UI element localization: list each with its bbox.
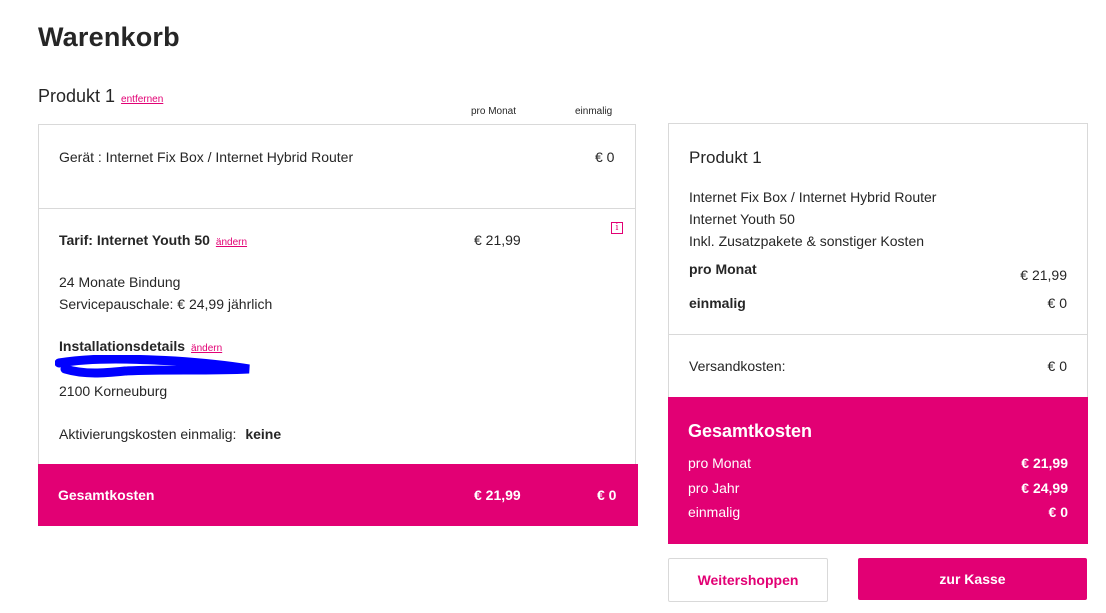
activation-label: Aktivierungskosten einmalig: xyxy=(59,426,237,442)
summary-heading: Produkt 1 xyxy=(689,148,762,167)
summary-once-label: einmalig xyxy=(689,295,746,311)
installation-label: Installationsdetails xyxy=(59,338,186,354)
service-fee-text: Servicepauschale: € 24,99 jährlich xyxy=(59,296,273,312)
info-icon[interactable]: i xyxy=(611,222,623,234)
summary-total-box: Gesamtkosten pro Monat € 21,99 pro Jahr … xyxy=(668,397,1088,544)
change-installation-link[interactable]: ändern xyxy=(191,343,222,354)
binding-text: 24 Monate Bindung xyxy=(59,274,181,290)
product-total-monthly: € 21,99 xyxy=(474,487,521,503)
product-heading: Produkt 1 entfernen xyxy=(38,86,163,107)
summary-total-row-label: einmalig xyxy=(688,504,741,520)
summary-total-row-value: € 0 xyxy=(1048,504,1068,520)
continue-shopping-button[interactable]: Weitershoppen xyxy=(668,558,828,602)
activation-row: Aktivierungskosten einmalig: keine xyxy=(59,426,281,442)
summary-total-row-value: € 21,99 xyxy=(1021,455,1068,471)
remove-product-link[interactable]: entfernen xyxy=(121,94,163,105)
summary-line: Inkl. Zusatzpakete & sonstiger Kosten xyxy=(689,233,925,249)
summary-line: Internet Fix Box / Internet Hybrid Route… xyxy=(689,189,937,205)
column-header-monthly: pro Monat xyxy=(471,106,517,117)
divider xyxy=(669,334,1087,335)
product-card: Gerät : Internet Fix Box / Internet Hybr… xyxy=(38,124,638,526)
summary-line: Internet Youth 50 xyxy=(689,211,795,227)
checkout-button[interactable]: zur Kasse xyxy=(858,558,1087,600)
product-title: Produkt 1 xyxy=(38,86,116,106)
summary-monthly-value: € 21,99 xyxy=(1020,267,1067,283)
product-total-label: Gesamtkosten xyxy=(58,487,155,503)
shipping-value: € 0 xyxy=(1047,358,1067,374)
summary-total-title: Gesamtkosten xyxy=(688,421,813,441)
summary-monthly-label: pro Monat xyxy=(689,261,757,277)
shipping-label: Versandkosten: xyxy=(689,358,786,374)
page-title: Warenkorb xyxy=(38,22,180,52)
summary-total-row-label: pro Jahr xyxy=(688,480,740,496)
summary-total-row-label: pro Monat xyxy=(688,455,752,471)
redacted-address-scribble xyxy=(55,355,250,378)
divider xyxy=(39,208,635,209)
product-total-once: € 0 xyxy=(597,487,617,503)
column-header-once: einmalig xyxy=(575,106,613,117)
tariff-row: Tarif: Internet Youth 50 ändern xyxy=(59,232,247,248)
device-price-once: € 0 xyxy=(595,149,615,165)
product-total-bar: Gesamtkosten € 21,99 € 0 xyxy=(38,464,638,526)
summary-total-row-value: € 24,99 xyxy=(1021,480,1068,496)
change-tariff-link[interactable]: ändern xyxy=(216,237,247,248)
activation-value: keine xyxy=(245,426,282,442)
city-text: 2100 Korneuburg xyxy=(59,383,168,399)
tariff-label: Tarif: Internet Youth 50 xyxy=(59,232,210,248)
installation-row: Installationsdetails ändern xyxy=(59,338,222,354)
device-label: Gerät : Internet Fix Box / Internet Hybr… xyxy=(59,149,354,165)
tariff-price-monthly: € 21,99 xyxy=(474,232,521,248)
summary-card: Produkt 1 Internet Fix Box / Internet Hy… xyxy=(668,123,1088,544)
summary-once-value: € 0 xyxy=(1047,295,1067,311)
